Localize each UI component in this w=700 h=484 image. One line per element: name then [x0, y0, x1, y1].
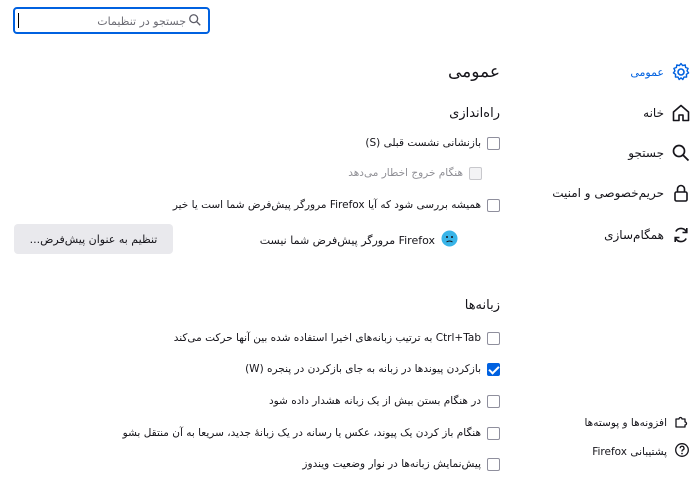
- restore-session-checkbox[interactable]: بازنشانی نشست قبلی (S): [365, 134, 500, 152]
- sidebar-footer-support[interactable]: پشتیبانی Firefox: [592, 442, 690, 462]
- sidebar-footer-label: افزونه‌ها و پوسته‌ها: [584, 417, 667, 429]
- tabs-heading: زبانه‌ها: [464, 298, 500, 313]
- page-title: عمومی: [447, 62, 500, 82]
- sidebar-item-label: عمومی: [630, 65, 664, 79]
- ctrl-tab-checkbox[interactable]: Ctrl+Tab به ترتیب زبانه‌های اخیرا استفاد…: [174, 329, 500, 347]
- search-icon: [189, 14, 201, 26]
- checkbox-box[interactable]: [487, 198, 500, 212]
- sidebar-item-label: همگام‌سازی: [604, 228, 664, 242]
- switch-to-new-tab-checkbox[interactable]: هنگام باز کردن یک پیوند، عکس یا رسانه در…: [123, 424, 500, 442]
- default-status-text: Firefox مرورگر پیش‌فرض شما نیست: [259, 233, 435, 247]
- option-label: هنگام خروج اخطار می‌دهد: [348, 167, 463, 179]
- checkbox-box[interactable]: [487, 362, 500, 376]
- option-label: بازنشانی نشست قبلی (S): [365, 137, 481, 149]
- home-icon: [670, 102, 692, 124]
- checkbox-box[interactable]: [487, 457, 500, 471]
- option-label: پیش‌نمایش زبانه‌ها در نوار وضعیت ویندوز: [302, 458, 481, 470]
- open-links-in-tabs-checkbox[interactable]: بازکردن پیوندها در زبانه به جای بازکردن …: [245, 360, 500, 378]
- sidebar-item-privacy[interactable]: حریم‌خصوصی و امنیت: [552, 180, 692, 206]
- firefox-face-icon: [441, 230, 458, 251]
- sidebar-item-label: خانه: [643, 106, 664, 120]
- sync-icon: [670, 224, 692, 246]
- sidebar-footer-label: پشتیبانی Firefox: [592, 446, 667, 458]
- text-caret: [18, 13, 19, 28]
- option-label: Ctrl+Tab به ترتیب زبانه‌های اخیرا استفاد…: [173, 332, 481, 344]
- settings-search-box[interactable]: [13, 7, 210, 34]
- warn-close-tabs-checkbox[interactable]: در هنگام بستن بیش از یک زبانه هشدار داده…: [269, 392, 500, 410]
- default-browser-status: Firefox مرورگر پیش‌فرض شما نیست: [260, 229, 458, 251]
- option-label: همیشه بررسی شود که آیا Firefox مرورگر پی…: [172, 199, 481, 211]
- checkbox-box[interactable]: [487, 426, 500, 440]
- help-icon: [674, 442, 690, 462]
- sidebar-item-general[interactable]: عمومی: [630, 59, 692, 85]
- checkbox-box[interactable]: [487, 394, 500, 408]
- sidebar-item-label: حریم‌خصوصی و امنیت: [552, 186, 664, 200]
- puzzle-icon: [674, 413, 690, 433]
- make-default-button[interactable]: تنظیم به عنوان پیش‌فرض...: [14, 224, 173, 254]
- warn-on-quit-checkbox: هنگام خروج اخطار می‌دهد: [348, 164, 482, 182]
- sidebar-item-home[interactable]: خانه: [643, 100, 692, 126]
- lock-icon: [670, 182, 692, 204]
- search-icon: [670, 142, 692, 164]
- sidebar-item-sync[interactable]: همگام‌سازی: [604, 222, 692, 248]
- taskbar-previews-checkbox[interactable]: پیش‌نمایش زبانه‌ها در نوار وضعیت ویندوز: [302, 455, 500, 473]
- option-label: بازکردن پیوندها در زبانه به جای بازکردن …: [245, 363, 481, 375]
- checkbox-box[interactable]: [487, 331, 500, 345]
- sidebar-item-label: جستجو: [628, 146, 664, 160]
- sidebar-footer-addons[interactable]: افزونه‌ها و پوسته‌ها: [584, 413, 690, 433]
- checkbox-box[interactable]: [487, 136, 500, 150]
- settings-search-input[interactable]: [26, 12, 186, 30]
- option-label: در هنگام بستن بیش از یک زبانه هشدار داده…: [268, 395, 481, 407]
- checkbox-box: [469, 166, 482, 180]
- startup-heading: راه‌اندازی: [449, 106, 500, 121]
- sidebar-item-search[interactable]: جستجو: [628, 140, 692, 166]
- check-default-browser-checkbox[interactable]: همیشه بررسی شود که آیا Firefox مرورگر پی…: [173, 196, 500, 214]
- gear-icon: [670, 61, 692, 83]
- option-label: هنگام باز کردن یک پیوند، عکس یا رسانه در…: [122, 427, 481, 439]
